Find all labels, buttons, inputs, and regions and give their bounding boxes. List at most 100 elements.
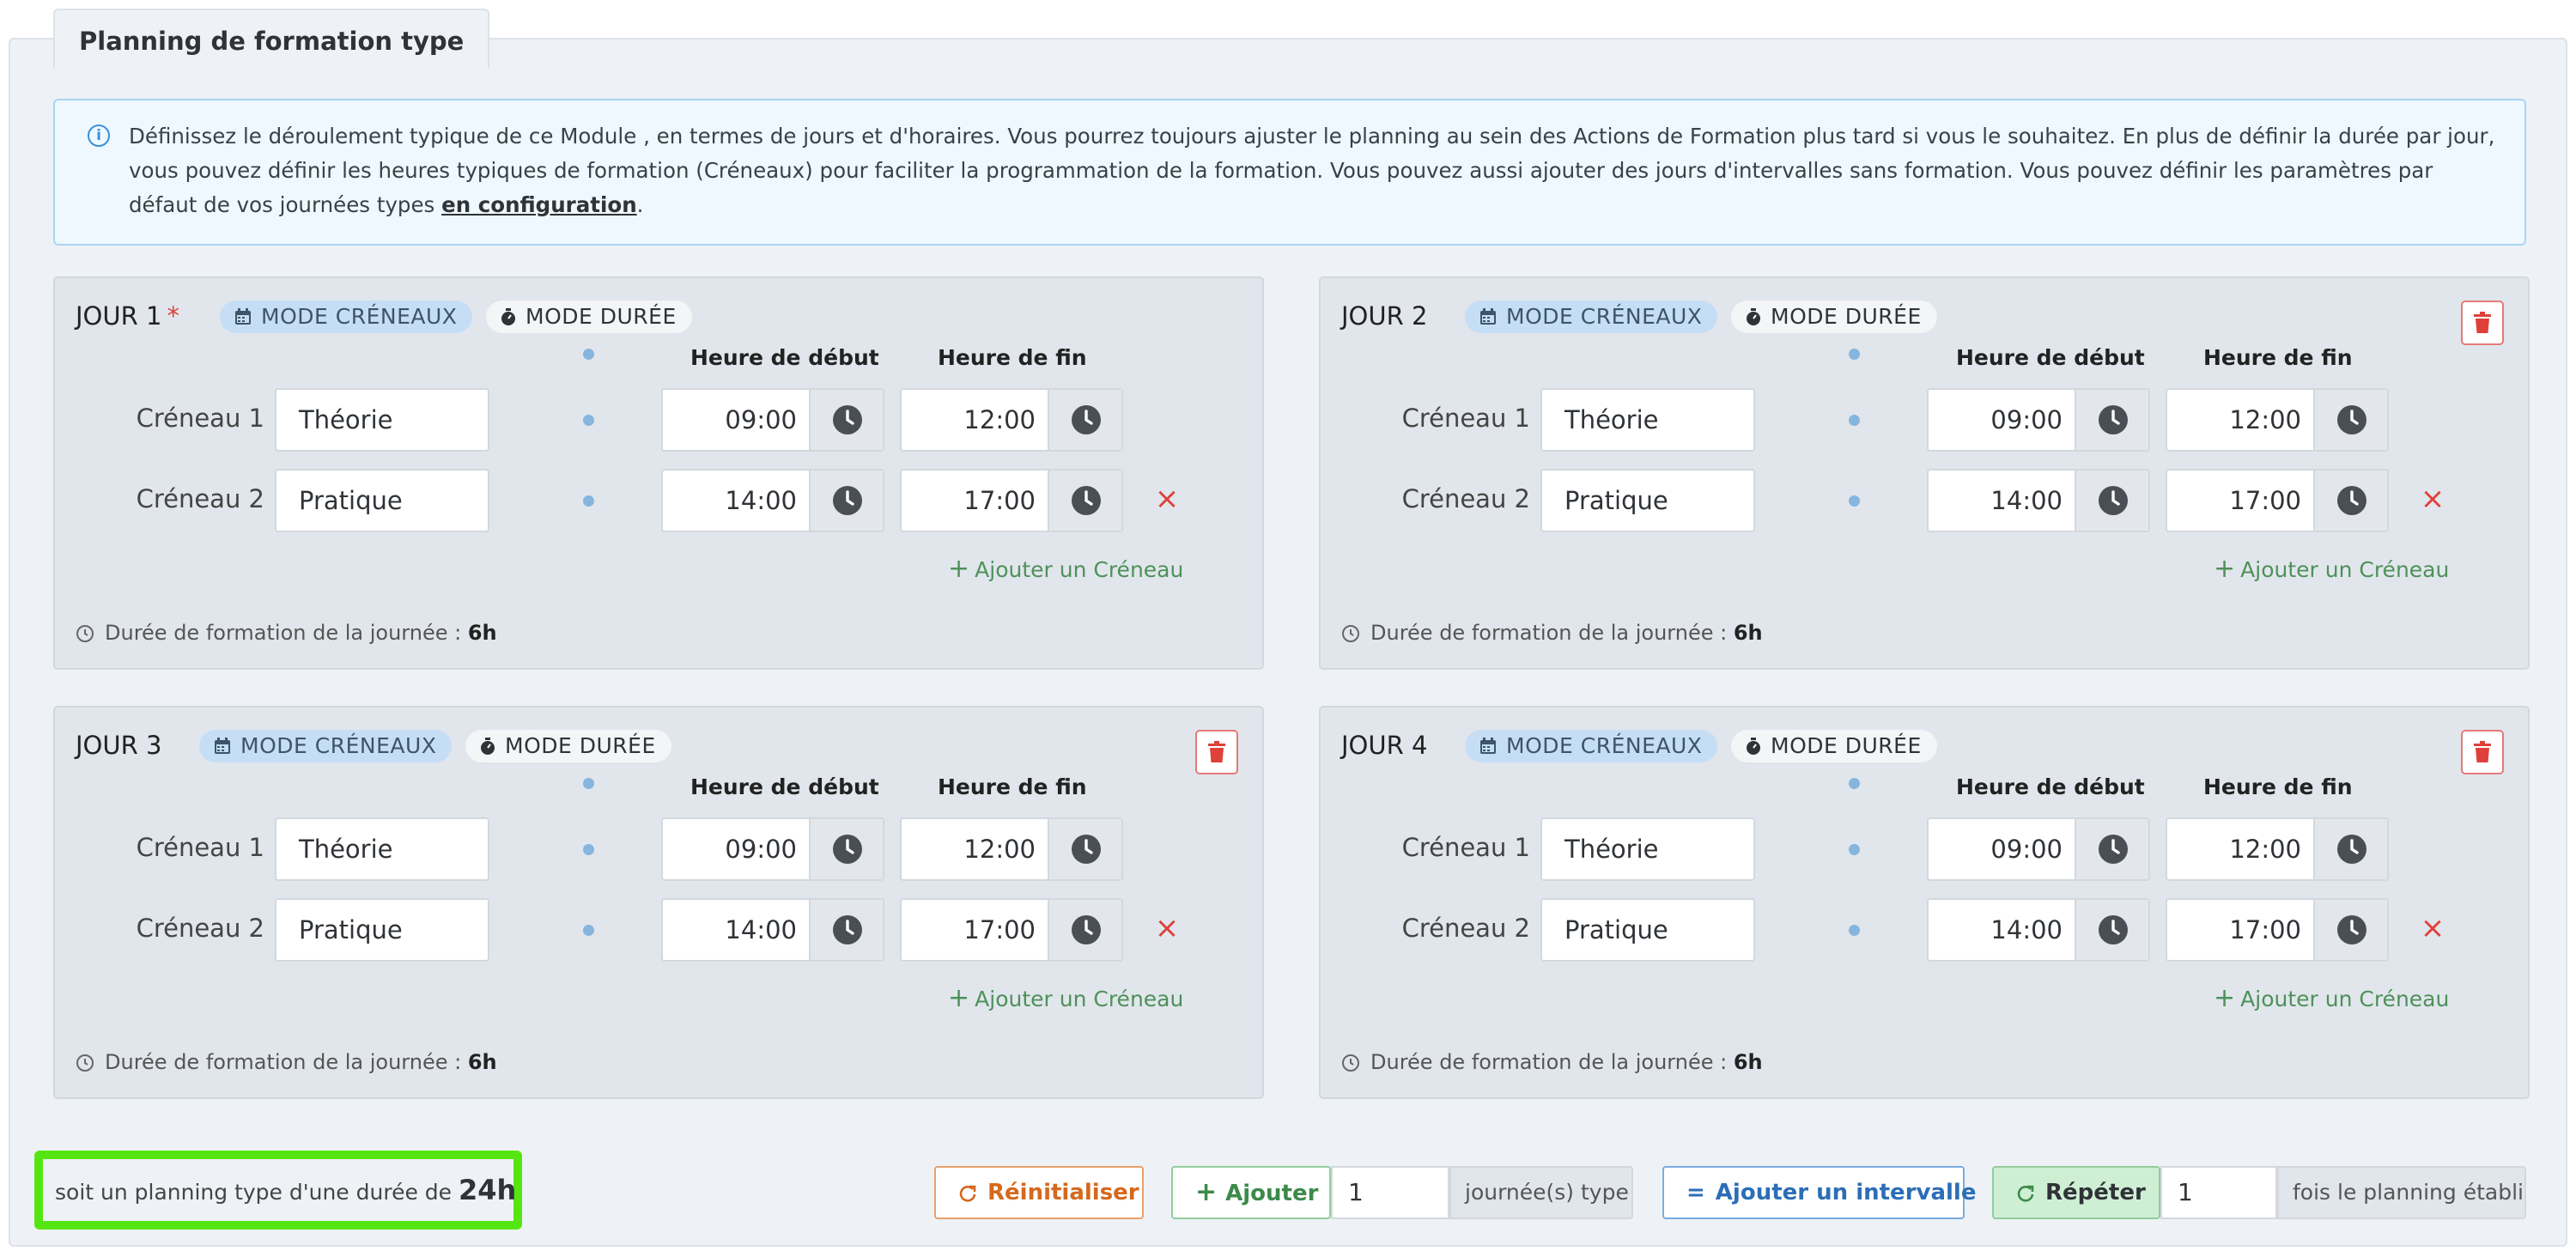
- day-duration: Durée de formation de la journée : 6h: [76, 1048, 497, 1077]
- start-time-input[interactable]: 09:00: [661, 817, 884, 881]
- plus-icon: +: [1195, 1177, 1218, 1207]
- slot-color-dot: [583, 925, 594, 936]
- calendar-icon: [1480, 738, 1496, 754]
- slot-name-input[interactable]: Théorie: [275, 817, 489, 881]
- mode-slots-toggle[interactable]: MODE CRÉNEAUX: [1465, 301, 1718, 333]
- clock-icon[interactable]: [809, 900, 883, 960]
- clock-icon[interactable]: [809, 819, 883, 879]
- mode-duration-toggle[interactable]: MODE DURÉE: [465, 730, 671, 762]
- mode-duration-toggle[interactable]: MODE DURÉE: [1731, 301, 1937, 333]
- slot-name-input[interactable]: Théorie: [1540, 388, 1755, 452]
- clock-icon[interactable]: [1048, 390, 1121, 450]
- slot-color-dot: [583, 844, 594, 855]
- start-time-header: Heure de début: [1956, 345, 2145, 370]
- slot-color-dot: [1849, 778, 1860, 789]
- add-days-count-input[interactable]: 1: [1331, 1166, 1449, 1219]
- end-time-input[interactable]: 17:00: [900, 898, 1123, 962]
- add-slot-button[interactable]: + Ajouter un Créneau: [2214, 984, 2449, 1014]
- clock-outline-icon: [76, 625, 94, 642]
- slot-name-input[interactable]: Pratique: [1540, 898, 1755, 962]
- repeat-button[interactable]: Répéter: [1992, 1166, 2160, 1219]
- repeat-count-input[interactable]: 1: [2160, 1166, 2277, 1219]
- clock-icon[interactable]: [2313, 819, 2387, 879]
- info-alert: i Définissez le déroulement typique de c…: [53, 99, 2526, 246]
- day-duration: Durée de formation de la journée : 6h: [1341, 1048, 1763, 1077]
- configuration-link[interactable]: en configuration: [441, 192, 637, 217]
- delete-day-button[interactable]: [2461, 730, 2504, 774]
- clock-icon[interactable]: [809, 471, 883, 531]
- slot-name-input[interactable]: Théorie: [275, 388, 489, 452]
- add-interval-button[interactable]: = Ajouter un intervalle: [1662, 1166, 1976, 1219]
- add-days-suffix: journée(s) type: [1449, 1166, 1633, 1219]
- end-time-header: Heure de fin: [938, 774, 1087, 799]
- remove-slot-icon[interactable]: ×: [2420, 484, 2445, 513]
- slot-color-dot: [583, 349, 594, 360]
- plus-icon: +: [2214, 554, 2236, 584]
- plus-icon: +: [2214, 983, 2236, 1013]
- refresh-icon: [2017, 1185, 2034, 1202]
- day-title: JOUR 3: [76, 731, 162, 760]
- clock-icon[interactable]: [2313, 900, 2387, 960]
- clock-icon[interactable]: [1048, 900, 1121, 960]
- slot-name-input[interactable]: Théorie: [1540, 817, 1755, 881]
- add-slot-button[interactable]: + Ajouter un Créneau: [948, 555, 1183, 585]
- start-time-input[interactable]: 14:00: [661, 898, 884, 962]
- add-slot-button[interactable]: + Ajouter un Créneau: [948, 984, 1183, 1014]
- start-time-header: Heure de début: [690, 774, 879, 799]
- day-title: JOUR 2: [1341, 301, 1428, 331]
- clock-icon[interactable]: [2075, 900, 2148, 960]
- clock-outline-icon: [1342, 625, 1359, 642]
- mode-slots-toggle[interactable]: MODE CRÉNEAUX: [1465, 730, 1718, 762]
- end-time-input[interactable]: 12:00: [2166, 817, 2389, 881]
- start-time-input[interactable]: 14:00: [1927, 469, 2150, 532]
- slot-name-input[interactable]: Pratique: [275, 469, 489, 532]
- slot-name-input[interactable]: Pratique: [1540, 469, 1755, 532]
- end-time-input[interactable]: 12:00: [2166, 388, 2389, 452]
- slot-label: Créneau 1: [1401, 404, 1530, 433]
- slot-name-input[interactable]: Pratique: [275, 898, 489, 962]
- mode-duration-toggle[interactable]: MODE DURÉE: [1731, 730, 1937, 762]
- clock-icon[interactable]: [1048, 819, 1121, 879]
- clock-icon[interactable]: [1048, 471, 1121, 531]
- mode-slots-toggle[interactable]: MODE CRÉNEAUX: [199, 730, 453, 762]
- clock-icon[interactable]: [2075, 390, 2148, 450]
- clock-icon[interactable]: [2313, 390, 2387, 450]
- slot-color-dot: [1849, 415, 1860, 426]
- day-card-3: JOUR 3 MODE CRÉNEAUX MODE DURÉE Heure de…: [53, 706, 1264, 1099]
- info-icon: i: [88, 124, 110, 147]
- mode-slots-toggle[interactable]: MODE CRÉNEAUX: [220, 301, 473, 333]
- add-slot-button[interactable]: + Ajouter un Créneau: [2214, 555, 2449, 585]
- delete-day-button[interactable]: [2461, 301, 2504, 345]
- clock-icon[interactable]: [2313, 471, 2387, 531]
- reset-button[interactable]: Réinitialiser: [934, 1166, 1144, 1219]
- end-time-header: Heure de fin: [2203, 774, 2353, 799]
- remove-slot-icon[interactable]: ×: [1154, 484, 1180, 513]
- end-time-input[interactable]: 12:00: [900, 817, 1123, 881]
- clock-icon[interactable]: [2075, 471, 2148, 531]
- required-mark: *: [167, 301, 179, 331]
- mode-duration-toggle[interactable]: MODE DURÉE: [486, 301, 692, 333]
- slot-color-dot: [1849, 349, 1860, 360]
- start-time-input[interactable]: 14:00: [661, 469, 884, 532]
- delete-day-button[interactable]: [1195, 730, 1238, 774]
- slot-label: Créneau 2: [136, 484, 264, 513]
- slot-color-dot: [583, 495, 594, 507]
- trash-icon: [2474, 312, 2491, 333]
- start-time-input[interactable]: 14:00: [1927, 898, 2150, 962]
- remove-slot-icon[interactable]: ×: [2420, 914, 2445, 943]
- calendar-icon: [215, 738, 230, 754]
- end-time-input[interactable]: 17:00: [900, 469, 1123, 532]
- remove-slot-icon[interactable]: ×: [1154, 914, 1180, 943]
- total-duration-value: 24h: [459, 1174, 517, 1206]
- add-days-button[interactable]: + Ajouter: [1171, 1166, 1331, 1219]
- clock-icon[interactable]: [2075, 819, 2148, 879]
- start-time-input[interactable]: 09:00: [661, 388, 884, 452]
- trash-icon: [1208, 741, 1225, 762]
- end-time-input[interactable]: 12:00: [900, 388, 1123, 452]
- clock-icon[interactable]: [809, 390, 883, 450]
- start-time-input[interactable]: 09:00: [1927, 388, 2150, 452]
- start-time-input[interactable]: 09:00: [1927, 817, 2150, 881]
- end-time-input[interactable]: 17:00: [2166, 898, 2389, 962]
- slot-label: Créneau 2: [136, 914, 264, 943]
- end-time-input[interactable]: 17:00: [2166, 469, 2389, 532]
